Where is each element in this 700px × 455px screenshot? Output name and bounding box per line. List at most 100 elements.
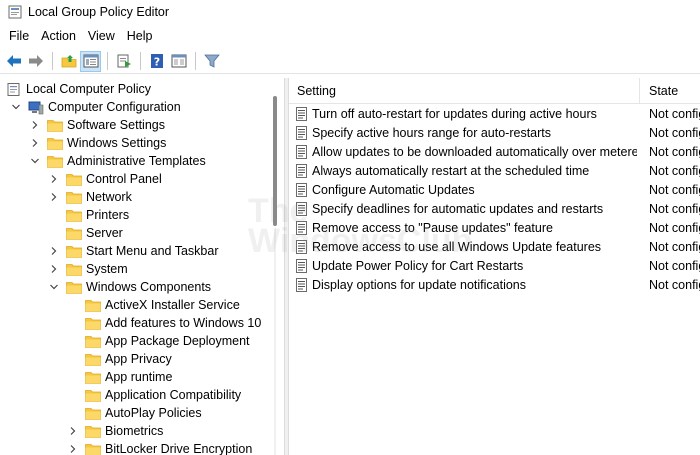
- chevron-right-icon[interactable]: [29, 119, 41, 131]
- tree-item-label: System: [86, 262, 128, 276]
- chevron-right-icon[interactable]: [48, 263, 60, 275]
- chevron-down-icon[interactable]: [10, 101, 22, 113]
- tree-item[interactable]: AutoPlay Policies: [67, 404, 202, 422]
- policy-row[interactable]: Specify active hours range for auto-rest…: [289, 123, 700, 142]
- policy-setting-name: Allow updates to be downloaded automatic…: [312, 144, 637, 159]
- chevron-right-icon[interactable]: [48, 245, 60, 257]
- policy-row[interactable]: Remove access to use all Windows Update …: [289, 237, 700, 256]
- chevron-right-icon[interactable]: [67, 443, 79, 455]
- tree-item[interactable]: Windows Components: [48, 278, 211, 296]
- show-hide-tree-button[interactable]: [80, 50, 101, 72]
- policy-state: Not configured: [649, 220, 700, 235]
- tree-item[interactable]: Local Computer Policy: [6, 80, 151, 98]
- tree-pane[interactable]: BitLocker Drive Encryption Biometrics Auto…: [0, 78, 282, 455]
- policy-row[interactable]: Display options for update notifications…: [289, 275, 700, 294]
- folder-icon: [66, 191, 82, 204]
- policy-setting-icon: [296, 163, 307, 178]
- forward-button[interactable]: [25, 51, 46, 72]
- toolbar-separator: [107, 52, 108, 70]
- policy-row[interactable]: Turn off auto-restart for updates during…: [289, 104, 700, 123]
- column-divider[interactable]: [639, 78, 640, 104]
- folder-icon: [85, 317, 101, 330]
- menu-help[interactable]: Help: [121, 29, 159, 43]
- policy-setting-name: Specify active hours range for auto-rest…: [312, 125, 552, 140]
- up-one-level-button[interactable]: [58, 51, 79, 72]
- scrollbar-track: [274, 228, 276, 455]
- policy-row[interactable]: Configure Automatic Updates Not configure…: [289, 180, 700, 199]
- export-list-button[interactable]: [113, 51, 134, 72]
- policy-state: Not configured: [649, 277, 700, 292]
- folder-icon: [85, 299, 101, 312]
- chevron-down-icon[interactable]: [48, 281, 60, 293]
- menu-action[interactable]: Action: [35, 29, 82, 43]
- forward-icon: [28, 55, 43, 67]
- chevron-right-icon[interactable]: [29, 137, 41, 149]
- tree-item-label: App runtime: [105, 370, 173, 384]
- back-button[interactable]: [3, 51, 24, 72]
- column-header-setting[interactable]: Setting: [297, 78, 336, 104]
- help-button[interactable]: ?: [146, 51, 167, 72]
- toolbar-separator: [52, 52, 53, 70]
- tree-item[interactable]: Network: [48, 188, 132, 206]
- tree-item-label: Server: [86, 226, 123, 240]
- tree-item[interactable]: App Package Deployment: [67, 332, 250, 350]
- tree-item[interactable]: App Privacy: [67, 350, 172, 368]
- filter-button[interactable]: [201, 51, 222, 72]
- chevron-right-icon[interactable]: [48, 173, 60, 185]
- policy-setting-icon: [296, 239, 307, 254]
- tree-item[interactable]: Biometrics: [67, 422, 163, 440]
- tree-item[interactable]: Application Compatibility: [67, 386, 241, 404]
- column-header-state[interactable]: State: [649, 78, 678, 104]
- folder-icon: [85, 425, 101, 438]
- folder-icon: [47, 119, 63, 132]
- extended-view-icon: [171, 54, 186, 68]
- tree-item[interactable]: Control Panel: [48, 170, 162, 188]
- policy-setting-name: Display options for update notifications: [312, 277, 527, 292]
- folder-icon: [47, 155, 63, 168]
- tree-item[interactable]: ActiveX Installer Service: [67, 296, 240, 314]
- tree-item[interactable]: Printers: [48, 206, 129, 224]
- tree-item-label: Computer Configuration: [48, 100, 181, 114]
- policy-row[interactable]: Update Power Policy for Cart Restarts Not…: [289, 256, 700, 275]
- toolbar-separator: [140, 52, 141, 70]
- tree-item[interactable]: Server: [48, 224, 123, 242]
- tree-item[interactable]: Start Menu and Taskbar: [48, 242, 218, 260]
- extended-view-button[interactable]: [168, 51, 189, 72]
- tree-item-label: Local Computer Policy: [26, 82, 152, 96]
- folder-icon: [47, 137, 63, 150]
- tree-item[interactable]: Administrative Templates: [29, 152, 206, 170]
- chevron-right-icon[interactable]: [48, 191, 60, 203]
- policy-row[interactable]: Remove access to "Pause updates" feature…: [289, 218, 700, 237]
- tree-item[interactable]: Add features to Windows 10: [67, 314, 261, 332]
- tree-item[interactable]: System: [48, 260, 128, 278]
- tree-item[interactable]: Windows Settings: [29, 134, 166, 152]
- tree-item-label: ActiveX Installer Service: [105, 298, 240, 312]
- scrollbar-thumb[interactable]: [273, 96, 277, 226]
- tree-item[interactable]: Software Settings: [29, 116, 165, 134]
- policy-setting-icon: [296, 220, 307, 235]
- tree-item[interactable]: Computer Configuration: [10, 98, 181, 116]
- up-folder-icon: [61, 55, 76, 68]
- policy-state: Not configured: [649, 125, 700, 140]
- menu-file[interactable]: File: [3, 29, 35, 43]
- tree-scrollbar[interactable]: [269, 78, 282, 455]
- back-icon: [6, 55, 21, 67]
- tree-item[interactable]: BitLocker Drive Encryption: [67, 440, 252, 455]
- policy-setting-name: Remove access to use all Windows Update …: [312, 239, 602, 254]
- settings-list-pane: Setting State Turn off auto-restart for …: [289, 78, 700, 455]
- chevron-right-icon[interactable]: [67, 425, 79, 437]
- policy-setting-icon: [296, 182, 307, 197]
- policy-row[interactable]: Allow updates to be downloaded automatic…: [289, 142, 700, 161]
- tree-item[interactable]: App runtime: [67, 368, 172, 386]
- policy-state: Not configured: [649, 258, 700, 273]
- policy-state: Not configured: [649, 144, 700, 159]
- chevron-down-icon[interactable]: [29, 155, 41, 167]
- menu-view[interactable]: View: [82, 29, 121, 43]
- policy-row[interactable]: Specify deadlines for automatic updates …: [289, 199, 700, 218]
- tree-item-label: Application Compatibility: [105, 388, 242, 402]
- policy-row[interactable]: Always automatically restart at the sche…: [289, 161, 700, 180]
- computer-icon: [28, 101, 44, 114]
- folder-icon: [85, 371, 101, 384]
- tree-item-label: App Privacy: [105, 352, 172, 366]
- policy-setting-icon: [296, 106, 307, 121]
